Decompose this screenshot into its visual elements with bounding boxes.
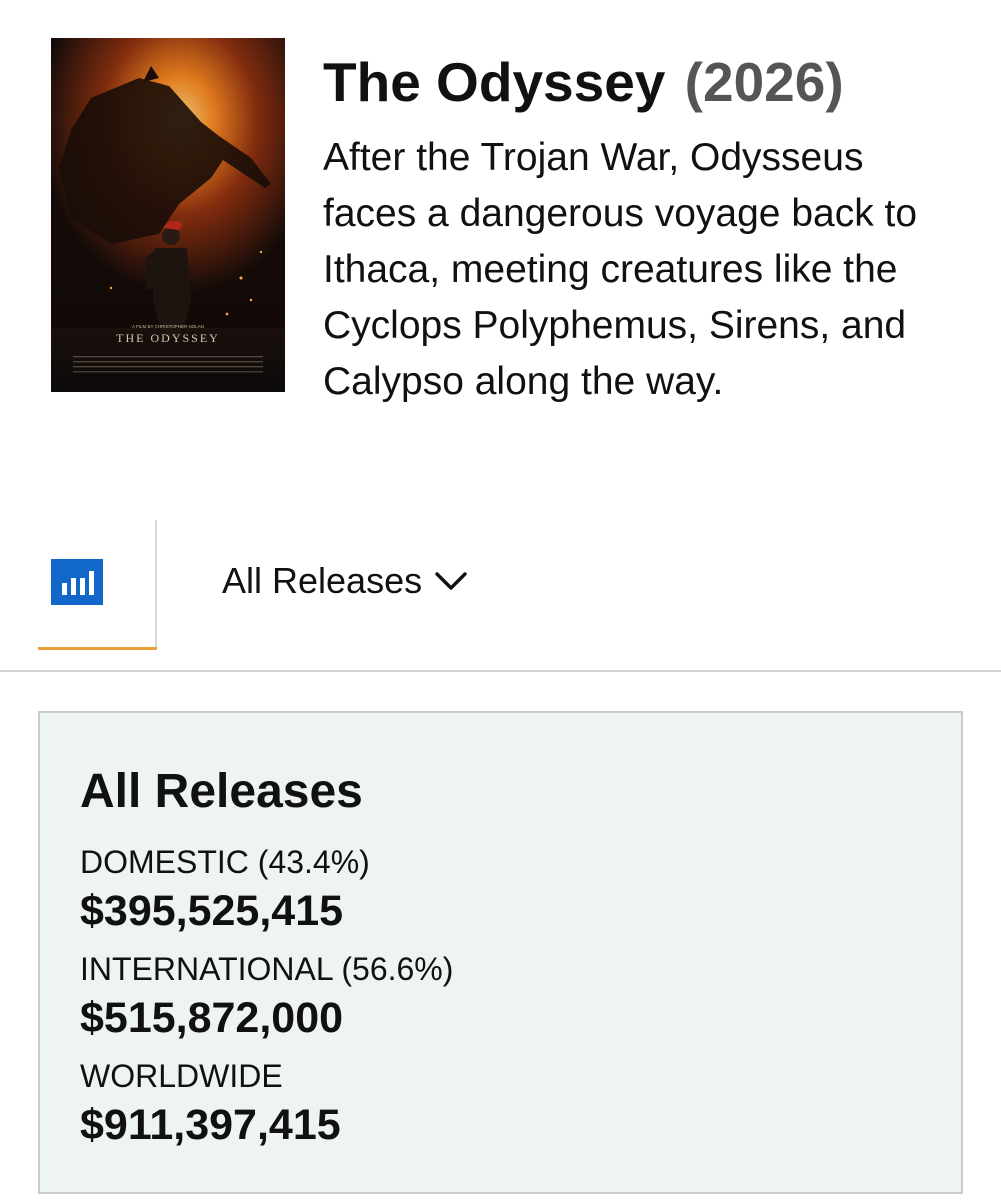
domestic-label: DOMESTIC (43.4%) bbox=[80, 844, 370, 880]
releases-dropdown[interactable]: All Releases bbox=[222, 558, 468, 604]
domestic-gross: $395,525,415 bbox=[80, 887, 344, 935]
tab-bar-divider bbox=[0, 670, 1001, 672]
movie-title-text: The Odyssey bbox=[323, 51, 666, 113]
summary-heading: All Releases bbox=[80, 765, 363, 818]
movie-page: A FILM BY CHRISTOPHER NOLAN THE ODYSSEY … bbox=[0, 0, 1001, 1200]
worldwide-label: WORLDWIDE bbox=[80, 1058, 283, 1094]
poster-credit-text: A FILM BY CHRISTOPHER NOLAN bbox=[132, 324, 204, 329]
poster-title-text: THE ODYSSEY bbox=[116, 331, 220, 345]
chevron-down-icon bbox=[435, 572, 467, 590]
movie-year: (2026) bbox=[684, 51, 844, 113]
releases-dropdown-label: All Releases bbox=[222, 560, 423, 601]
box-office-summary: All Releases DOMESTIC (43.4%) $395,525,4… bbox=[38, 711, 963, 1194]
movie-synopsis: After the Trojan War, Odysseus faces a d… bbox=[323, 136, 918, 403]
movie-poster-image[interactable]: A FILM BY CHRISTOPHER NOLAN THE ODYSSEY bbox=[51, 38, 285, 392]
bar-chart-icon bbox=[51, 559, 103, 605]
international-gross: $515,872,000 bbox=[80, 994, 344, 1042]
view-tab-bar: All Releases bbox=[0, 520, 1001, 672]
international-label: INTERNATIONAL (56.6%) bbox=[80, 951, 454, 987]
worldwide-gross: $911,397,415 bbox=[80, 1101, 341, 1149]
movie-title: The Odyssey (2026) bbox=[323, 50, 844, 114]
active-tab-indicator bbox=[38, 647, 157, 650]
tab-box-office-chart[interactable] bbox=[38, 520, 157, 650]
